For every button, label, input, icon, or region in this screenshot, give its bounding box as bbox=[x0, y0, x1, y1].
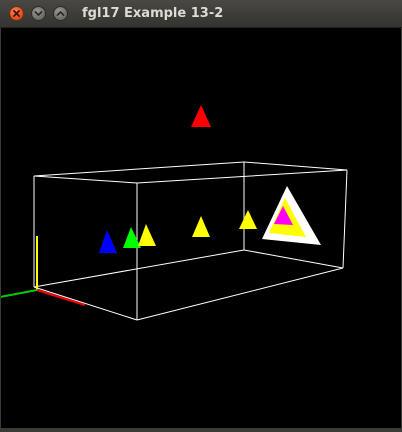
box-edge bbox=[33, 175, 138, 184]
x-axis bbox=[36, 289, 86, 306]
axes bbox=[0, 236, 86, 306]
box-edge bbox=[33, 249, 245, 288]
close-icon bbox=[13, 10, 20, 17]
box-edge bbox=[243, 161, 348, 171]
yellow-marker bbox=[239, 210, 257, 229]
window-border-bottom bbox=[0, 428, 402, 432]
minimize-button[interactable] bbox=[31, 6, 46, 21]
maximize-button[interactable] bbox=[53, 6, 68, 21]
box-edge bbox=[33, 161, 245, 177]
title-bar[interactable]: fgl17 Example 13-2 bbox=[0, 0, 402, 28]
application-window: fgl17 Example 13-2 bbox=[0, 0, 402, 432]
green-marker bbox=[123, 227, 141, 248]
gl-viewport[interactable] bbox=[0, 28, 402, 428]
box-edge bbox=[342, 169, 348, 269]
yellow-marker bbox=[138, 224, 156, 246]
box-edge bbox=[136, 267, 344, 321]
box-edge bbox=[243, 249, 344, 269]
window-title: fgl17 Example 13-2 bbox=[82, 6, 224, 21]
minimize-icon bbox=[34, 11, 43, 16]
close-button[interactable] bbox=[9, 6, 24, 21]
blue-marker bbox=[99, 230, 117, 253]
maximize-icon bbox=[56, 11, 65, 16]
markers bbox=[99, 105, 321, 253]
window-border-left bbox=[0, 28, 1, 432]
box-edge bbox=[136, 169, 348, 184]
z-axis bbox=[0, 289, 38, 298]
red-marker bbox=[191, 105, 211, 127]
box-edge bbox=[33, 286, 138, 321]
yellow-marker bbox=[192, 216, 210, 237]
scene-canvas bbox=[0, 105, 348, 321]
